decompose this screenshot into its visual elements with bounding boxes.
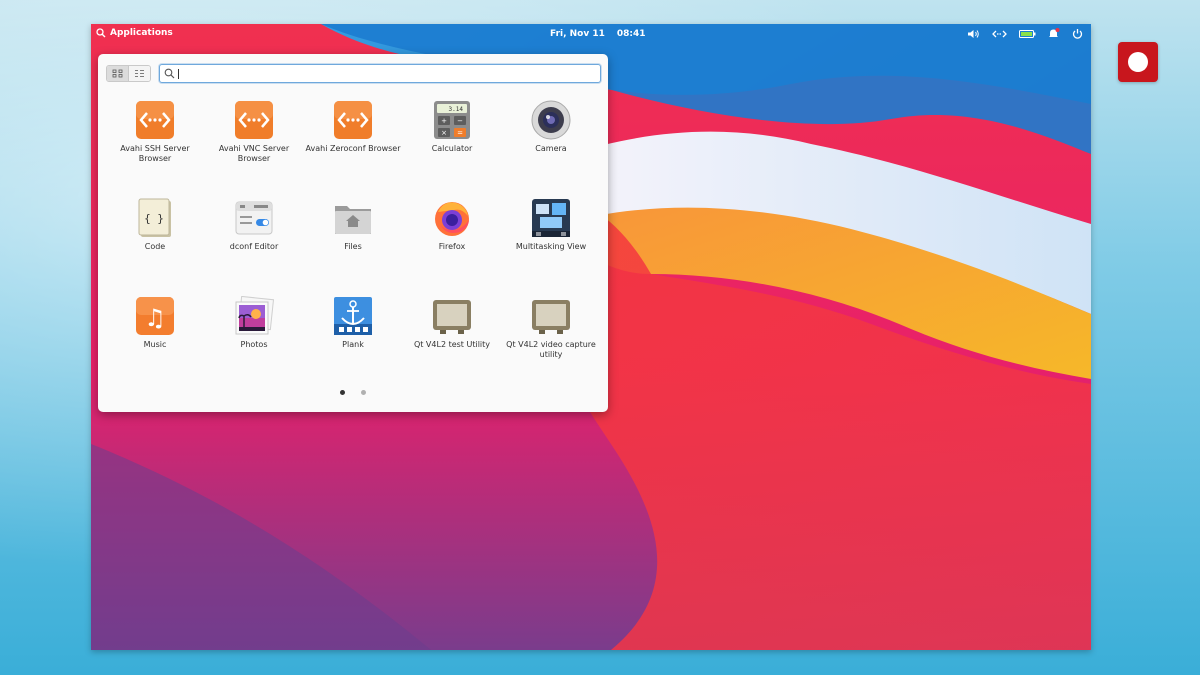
power-icon[interactable] — [1072, 28, 1083, 39]
record-dot-icon — [1128, 52, 1148, 72]
system-tray — [967, 28, 1083, 39]
avahi-icon — [333, 100, 373, 140]
app-label: Firefox — [438, 242, 466, 251]
volume-icon[interactable] — [967, 29, 980, 39]
multitasking-view-icon — [531, 198, 571, 238]
svg-text:♫: ♫ — [144, 304, 166, 332]
top-panel: Applications Fri, Nov 11 08:41 — [91, 24, 1091, 44]
app-label: Qt V4L2 video capture utility — [506, 340, 596, 359]
battery-icon[interactable] — [1019, 29, 1036, 39]
app-label: Multitasking View — [515, 242, 587, 251]
dconf-editor-icon — [234, 198, 274, 238]
text-cursor — [178, 68, 179, 79]
grid-view-button[interactable] — [107, 66, 128, 81]
app-label: Avahi VNC Server Browser — [218, 144, 290, 163]
applications-launcher: Avahi SSH Server Browser Avahi VNC Serve… — [98, 54, 608, 412]
music-icon: ♫ — [135, 296, 175, 336]
search-icon — [164, 68, 175, 79]
date-label: Fri, Nov 11 — [550, 29, 605, 39]
applications-label: Applications — [110, 28, 173, 38]
app-launcher-item[interactable]: Camera — [502, 96, 600, 186]
app-label: Music — [143, 340, 167, 349]
app-launcher-item[interactable]: Photos — [205, 292, 303, 382]
svg-text:=: = — [457, 129, 463, 137]
search-input[interactable] — [183, 68, 583, 79]
avahi-icon — [234, 100, 274, 140]
app-label: Plank — [342, 340, 364, 349]
list-icon — [135, 70, 144, 77]
code-icon: { } — [135, 198, 175, 238]
datetime-indicator[interactable]: Fri, Nov 11 08:41 — [550, 29, 646, 39]
app-label: Avahi Zeroconf Browser — [305, 144, 401, 153]
view-mode-toggle — [106, 65, 151, 82]
search-icon — [96, 28, 106, 38]
app-launcher-item[interactable]: { } Code — [106, 194, 204, 284]
page-dot-1[interactable] — [340, 390, 345, 395]
app-launcher-item[interactable]: Avahi SSH Server Browser — [106, 96, 204, 186]
time-label: 08:41 — [616, 29, 646, 39]
firefox-icon — [432, 198, 472, 238]
app-launcher-item[interactable]: Multitasking View — [502, 194, 600, 284]
record-button[interactable] — [1118, 42, 1158, 82]
app-label: Photos — [240, 340, 268, 349]
search-field[interactable] — [159, 64, 601, 83]
category-view-button[interactable] — [128, 66, 150, 81]
app-launcher-item[interactable]: Plank — [304, 292, 402, 382]
page-dot-2[interactable] — [361, 390, 366, 395]
app-launcher-item[interactable]: Qt V4L2 video capture utility — [502, 292, 600, 382]
app-launcher-item[interactable]: Files — [304, 194, 402, 284]
app-launcher-item[interactable]: ♫ Music — [106, 292, 204, 382]
app-label: Qt V4L2 test Utility — [413, 340, 491, 349]
app-launcher-item[interactable]: dconf Editor — [205, 194, 303, 284]
applications-menu-button[interactable]: Applications — [96, 28, 173, 38]
desktop-screen: Applications Fri, Nov 11 08:41 Avahi SSH… — [91, 24, 1091, 650]
notifications-icon[interactable] — [1048, 28, 1060, 39]
svg-text:×: × — [441, 129, 447, 137]
calculator-icon: 3.14 + − × = — [432, 100, 472, 140]
app-label: Camera — [535, 144, 567, 153]
page-indicator — [98, 390, 608, 395]
app-label: Files — [344, 242, 362, 251]
app-launcher-item[interactable]: Avahi Zeroconf Browser — [304, 96, 402, 186]
app-label: Calculator — [431, 144, 473, 153]
svg-text:3.14: 3.14 — [449, 106, 464, 113]
avahi-icon — [135, 100, 175, 140]
plank-icon — [333, 296, 373, 336]
app-label: Code — [144, 242, 166, 251]
svg-text:+: + — [441, 117, 447, 125]
app-launcher-item[interactable]: 3.14 + − × = Calculator — [403, 96, 501, 186]
app-launcher-item[interactable]: Avahi VNC Server Browser — [205, 96, 303, 186]
svg-text:{ }: { } — [144, 212, 164, 225]
photos-icon — [234, 295, 275, 336]
camera-icon — [531, 100, 571, 140]
qt-v4l2-icon — [531, 296, 571, 336]
svg-text:−: − — [457, 117, 463, 125]
grid-icon — [112, 69, 123, 78]
app-label: Avahi SSH Server Browser — [120, 144, 190, 163]
qt-v4l2-icon — [432, 296, 472, 336]
app-label: dconf Editor — [229, 242, 279, 251]
app-launcher-item[interactable]: Firefox — [403, 194, 501, 284]
files-icon — [333, 198, 373, 238]
network-icon[interactable] — [992, 29, 1007, 39]
app-launcher-item[interactable]: Qt V4L2 test Utility — [403, 292, 501, 382]
